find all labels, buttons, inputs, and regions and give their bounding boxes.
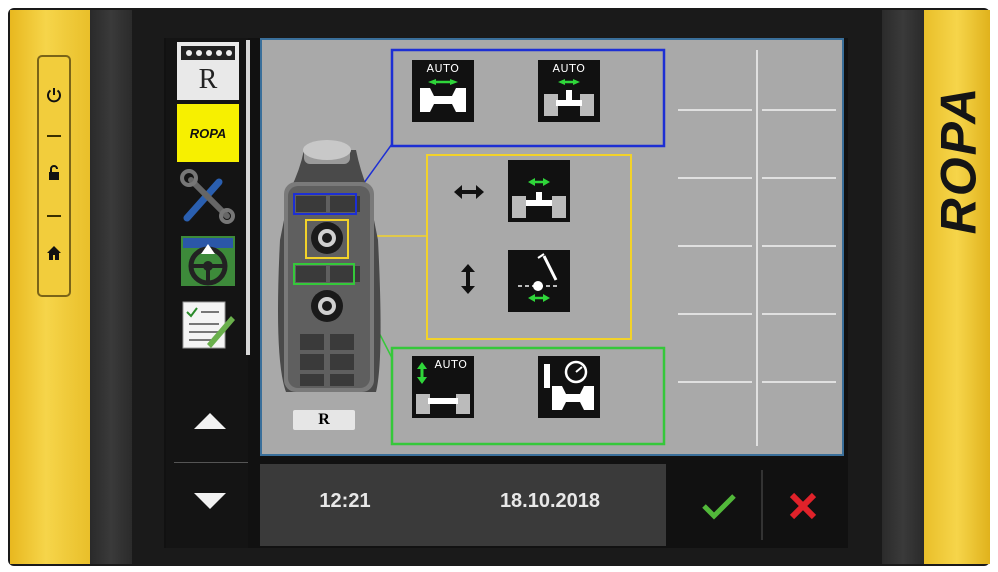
home-icon <box>47 246 61 260</box>
arm-angle-icon <box>518 253 558 302</box>
ropa-logo-icon: ROPA <box>189 125 227 141</box>
unlock-button[interactable] <box>39 143 69 203</box>
tools-icon <box>180 169 235 224</box>
power-icon <box>47 88 61 103</box>
auto-width-icon <box>420 79 466 112</box>
sidebar-divider <box>174 462 248 463</box>
close-icon <box>789 492 817 520</box>
pressure-gauge-icon <box>544 360 594 410</box>
power-button[interactable] <box>39 65 69 125</box>
auto-depth-icon <box>544 79 594 116</box>
button-divider <box>47 215 61 217</box>
checkmark-icon <box>702 494 736 520</box>
joystick-label: R <box>293 410 355 430</box>
sidebar-item-machine[interactable]: R <box>177 42 239 100</box>
side-shift-icon <box>512 178 566 218</box>
clock-time: 12:21 <box>319 490 371 512</box>
confirm-button[interactable] <box>680 472 758 540</box>
scroll-down-icon <box>194 493 226 509</box>
auto-depth-button[interactable]: AUTO <box>538 60 600 122</box>
button-divider <box>47 135 61 137</box>
scroll-up-button[interactable] <box>190 406 230 436</box>
clock-date: 18.10.2018 <box>499 490 601 512</box>
hardware-button-strip <box>37 55 71 297</box>
side-shift-button[interactable] <box>508 160 570 222</box>
vertical-move-icon <box>461 264 475 294</box>
right-bezel <box>882 10 924 564</box>
steering-wheel-icon <box>181 236 235 286</box>
pressure-button[interactable] <box>538 356 600 418</box>
sidebar-item-steering[interactable] <box>177 232 239 290</box>
auto-height-icon <box>416 362 470 414</box>
sidebar-item-tools[interactable] <box>177 168 239 226</box>
cancel-button[interactable] <box>764 472 842 540</box>
brand-logo: ROPA <box>930 85 986 235</box>
sidebar-scrollbar[interactable] <box>246 40 250 355</box>
button-divider <box>761 470 763 540</box>
unlock-icon <box>49 165 59 180</box>
scroll-down-button[interactable] <box>190 486 230 516</box>
auto-width-button[interactable]: AUTO <box>412 60 474 122</box>
machine-r-label: R <box>198 64 218 95</box>
horizontal-move-icon <box>454 185 484 199</box>
sidebar-item-ropa[interactable]: ROPA <box>177 104 239 162</box>
empty-slot-grid <box>678 50 836 446</box>
left-bezel <box>90 10 132 564</box>
auto-height-button[interactable]: AUTO <box>412 356 474 418</box>
sidebar-item-checklist[interactable] <box>177 296 239 354</box>
home-button[interactable] <box>39 223 69 283</box>
checklist-icon <box>182 301 235 349</box>
scroll-up-icon <box>194 413 226 429</box>
arm-angle-button[interactable] <box>508 250 570 312</box>
